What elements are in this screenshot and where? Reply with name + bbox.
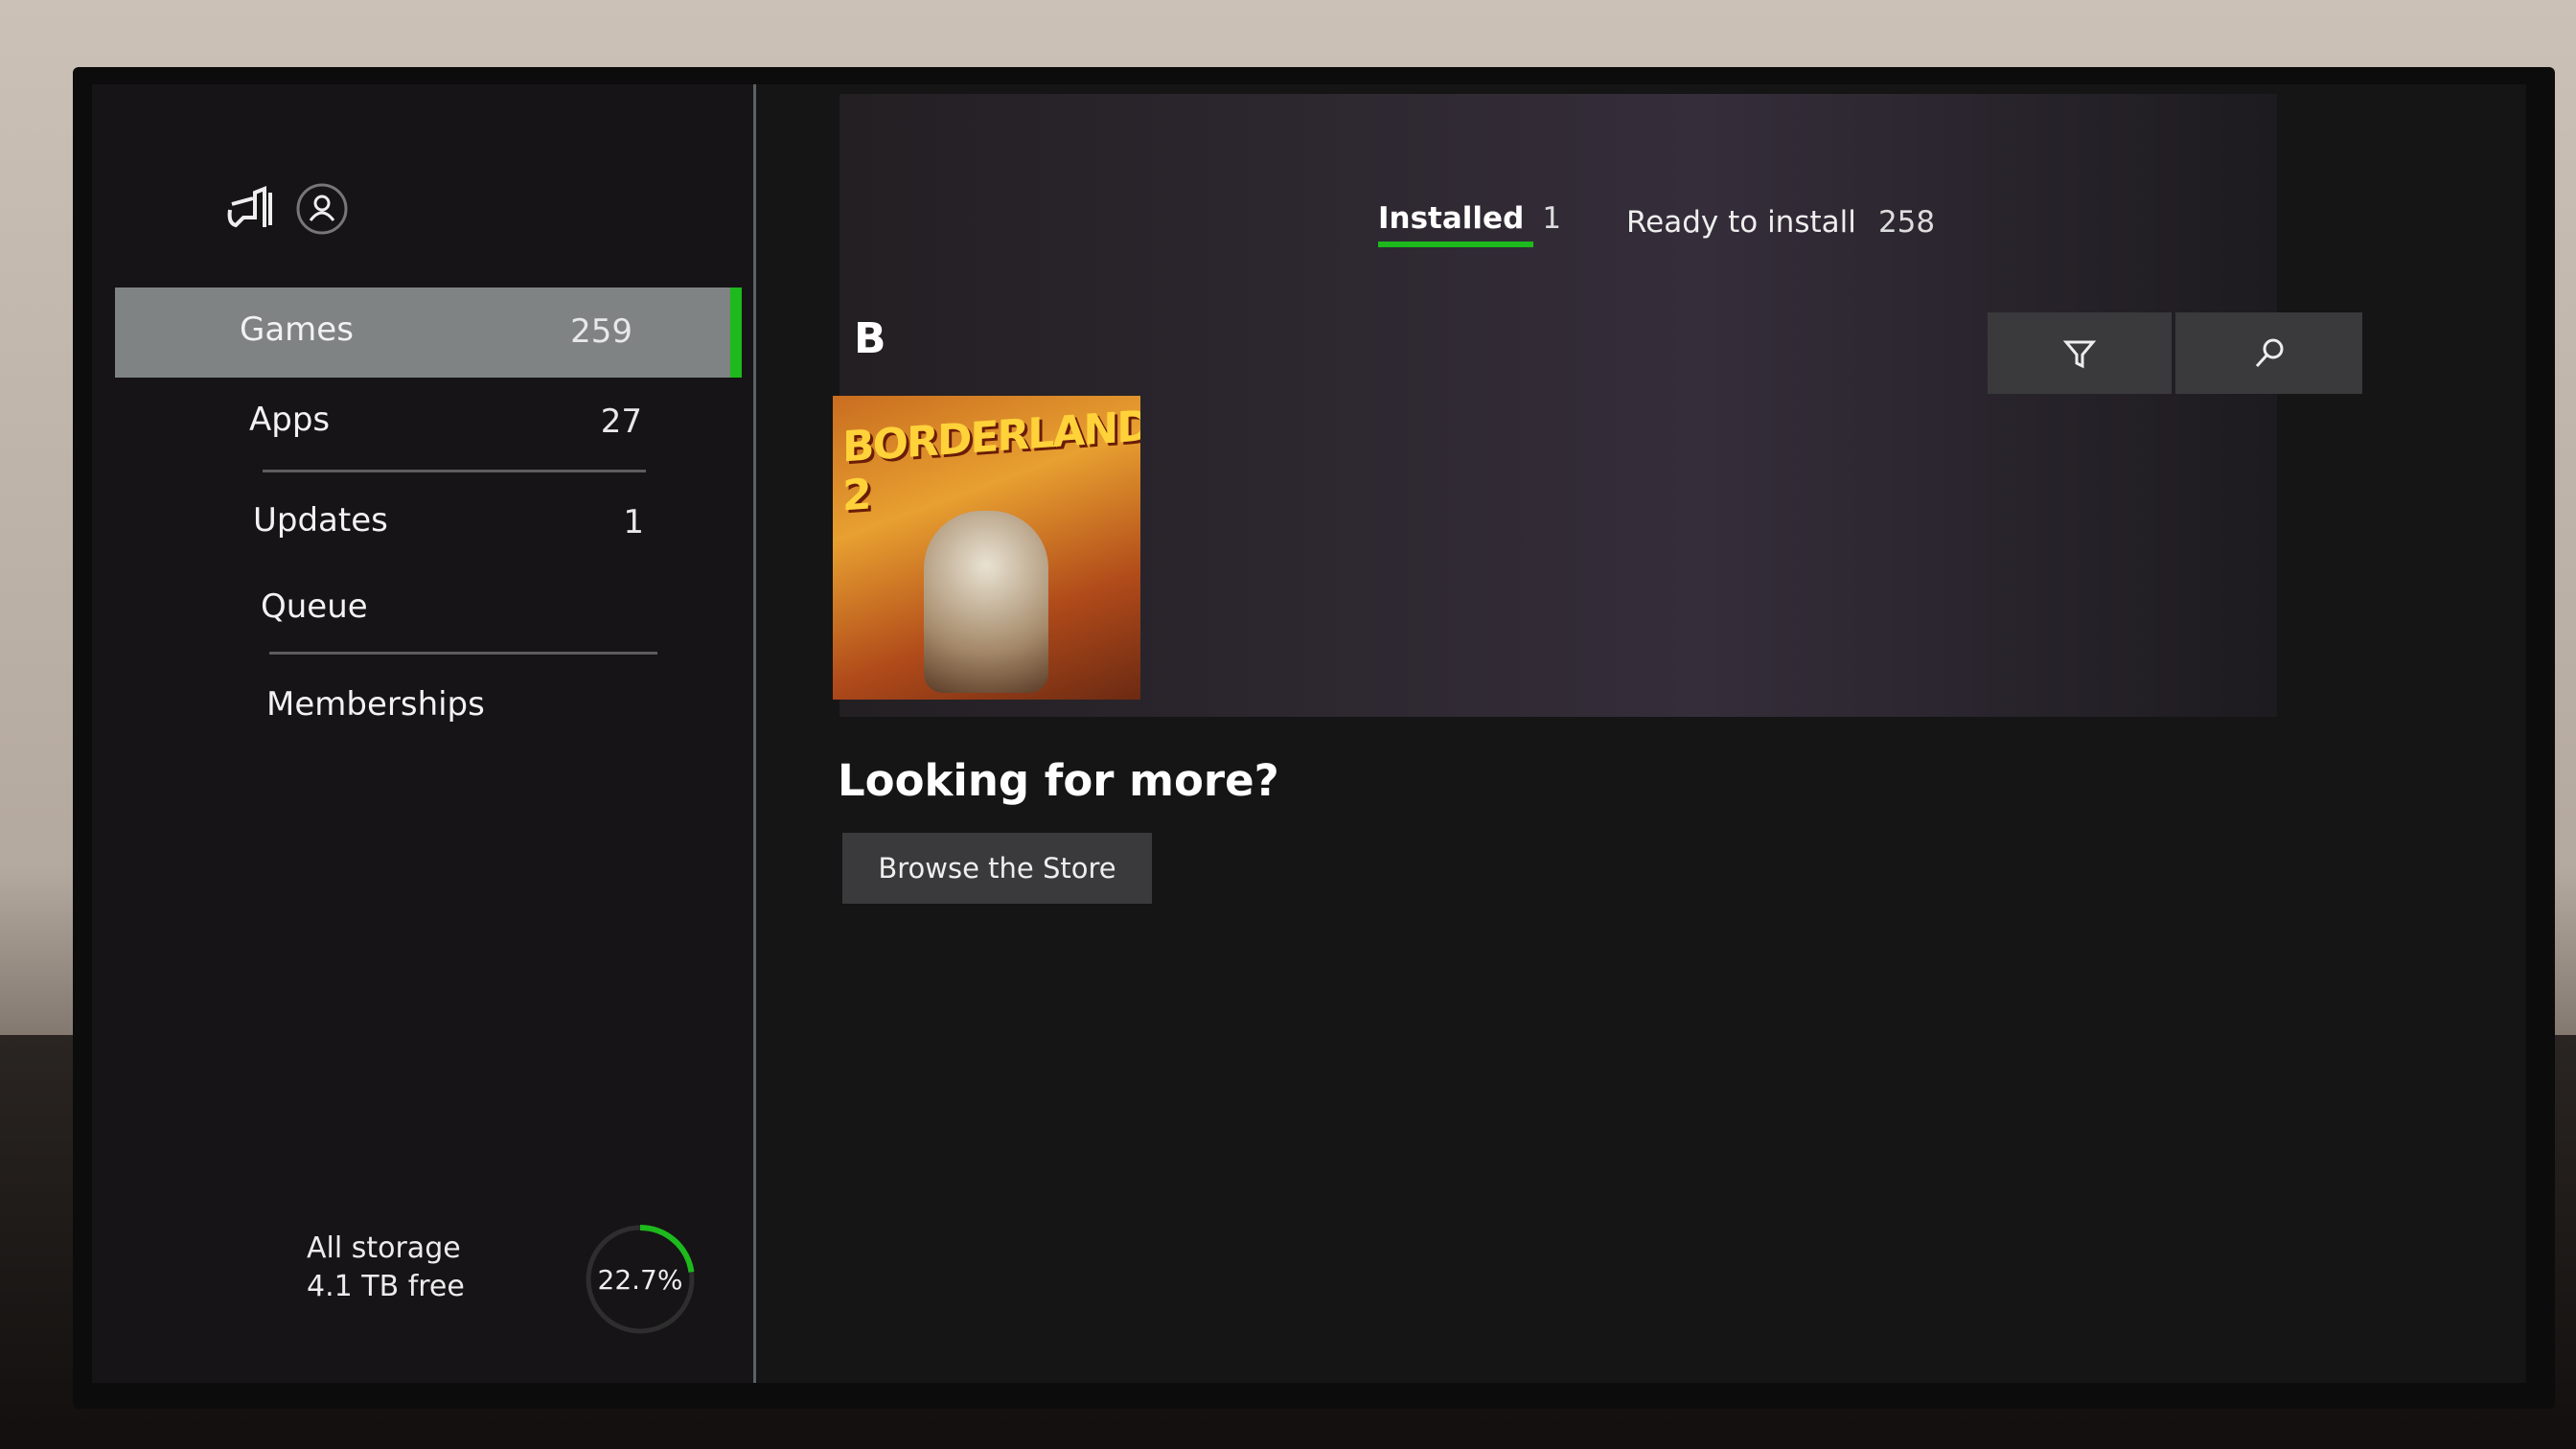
controller-icon[interactable]	[226, 185, 280, 231]
sidebar-item-label: Memberships	[266, 685, 485, 724]
psycho-mask-art	[924, 511, 1048, 693]
promo-heading: Looking for more?	[838, 755, 1279, 806]
divider	[263, 470, 646, 472]
game-title: BORDERLANDS 2	[842, 400, 1140, 521]
divider	[269, 652, 657, 655]
storage-free: 4.1 TB free	[307, 1270, 465, 1303]
storage-label: All storage	[307, 1231, 461, 1265]
tv-screen: Games 259 Apps 27 Updates 1 Queue Member…	[92, 84, 2526, 1383]
tab-underline	[1378, 242, 1533, 247]
sidebar-item-memberships[interactable]: Memberships	[115, 664, 742, 741]
sidebar: Games 259 Apps 27 Updates 1 Queue Member…	[92, 84, 756, 1383]
sidebar-item-updates[interactable]: Updates 1	[115, 482, 742, 559]
sidebar-item-games[interactable]: Games 259	[115, 288, 742, 378]
search-button[interactable]	[2175, 312, 2362, 394]
sidebar-item-count: 259	[570, 312, 632, 351]
search-icon	[2255, 338, 2283, 367]
person-icon[interactable]	[295, 182, 349, 236]
sidebar-item-count: 27	[600, 402, 642, 441]
tab-count: 1	[1542, 201, 1562, 236]
storage-ring: 22.7%	[586, 1225, 695, 1334]
tab-count: 258	[1877, 205, 1936, 240]
sidebar-item-apps[interactable]: Apps 27	[115, 381, 742, 458]
sidebar-item-label: Games	[240, 310, 354, 349]
tab-installed[interactable]: Installed 1	[1378, 201, 1561, 247]
sidebar-item-label: Updates	[253, 501, 388, 540]
filter-button[interactable]	[1988, 312, 2172, 394]
sidebar-item-count: 1	[623, 503, 644, 541]
section-letter: B	[854, 314, 886, 363]
tab-label: Installed	[1378, 201, 1525, 236]
tab-label: Ready to install	[1626, 205, 1856, 240]
sidebar-item-label: Queue	[261, 587, 368, 626]
browse-store-button[interactable]: Browse the Store	[842, 833, 1152, 904]
game-tile-borderlands-2[interactable]: BORDERLANDS 2	[833, 396, 1140, 700]
filter-icon	[2062, 340, 2097, 368]
selection-indicator	[730, 288, 742, 378]
storage-percent: 22.7%	[598, 1264, 683, 1296]
sidebar-item-queue[interactable]: Queue	[115, 568, 742, 645]
sidebar-item-label: Apps	[249, 401, 331, 439]
tab-ready-to-install[interactable]: Ready to install 258	[1626, 205, 1935, 240]
storage-info[interactable]: All storage 4.1 TB free	[307, 1230, 465, 1306]
